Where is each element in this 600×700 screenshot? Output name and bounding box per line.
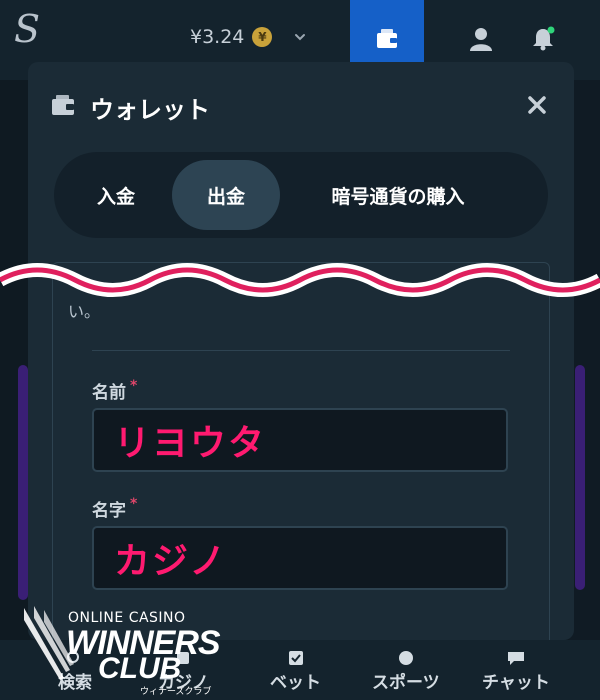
wallet-icon (52, 95, 74, 115)
nav-label-sports: スポーツ (372, 673, 440, 693)
first-name-label-text: 名前 (92, 383, 126, 403)
first-name-label: 名前 * (92, 378, 137, 403)
last-name-label: 名字 * (92, 496, 137, 521)
required-mark: * (130, 496, 138, 512)
bet-slip-icon (288, 651, 303, 665)
modal-title: ウォレット (90, 96, 210, 124)
yen-coin-icon: ¥ (252, 27, 273, 47)
wallet-tabs: 入金 出金 暗号通貨の購入 (54, 152, 548, 238)
bell-icon[interactable] (530, 26, 556, 52)
brand-logo[interactable]: S (14, 10, 40, 48)
balance-amount: ¥3.24 (190, 26, 245, 48)
tab-deposit[interactable]: 入金 (60, 160, 172, 230)
last-name-label-text: 名字 (92, 501, 126, 521)
watermark-line3: CLUB (98, 652, 182, 685)
screenshot-cut-wave (0, 263, 600, 297)
background-promo-card (575, 365, 585, 590)
close-icon[interactable] (524, 92, 550, 118)
chevron-down-icon (295, 34, 306, 41)
watermark-logo: ONLINE CASINO WINNERS CLUB ウィナーズクラブ (20, 600, 230, 697)
modal-header: ウォレット (28, 62, 574, 146)
tab-buy-crypto[interactable]: 暗号通貨の購入 (280, 160, 516, 230)
nav-item-bets[interactable]: ベット (270, 650, 321, 693)
first-name-field[interactable]: リヨウタ (92, 408, 508, 472)
divider (92, 350, 510, 351)
chat-icon (507, 652, 524, 665)
watermark-line4: ウィナーズクラブ (140, 687, 212, 697)
balance-selector[interactable]: ¥3.24 ¥ (190, 26, 306, 48)
nav-item-sports[interactable]: スポーツ (372, 650, 440, 693)
background-promo-card (18, 365, 28, 600)
user-icon[interactable] (468, 26, 494, 52)
last-name-field[interactable]: カジノ (92, 526, 508, 590)
wallet-icon (377, 29, 397, 48)
sports-ball-icon (398, 651, 413, 665)
wallet-modal: ウォレット 入金 出金 暗号通貨の購入 い。 名前 * リヨウタ 名字 * カジノ (28, 62, 574, 640)
required-mark: * (130, 378, 138, 394)
nav-label-chat: チャット (482, 673, 550, 693)
nav-item-chat[interactable]: チャット (482, 650, 550, 693)
tab-withdraw[interactable]: 出金 (172, 160, 280, 230)
nav-label-bets: ベット (270, 673, 321, 693)
